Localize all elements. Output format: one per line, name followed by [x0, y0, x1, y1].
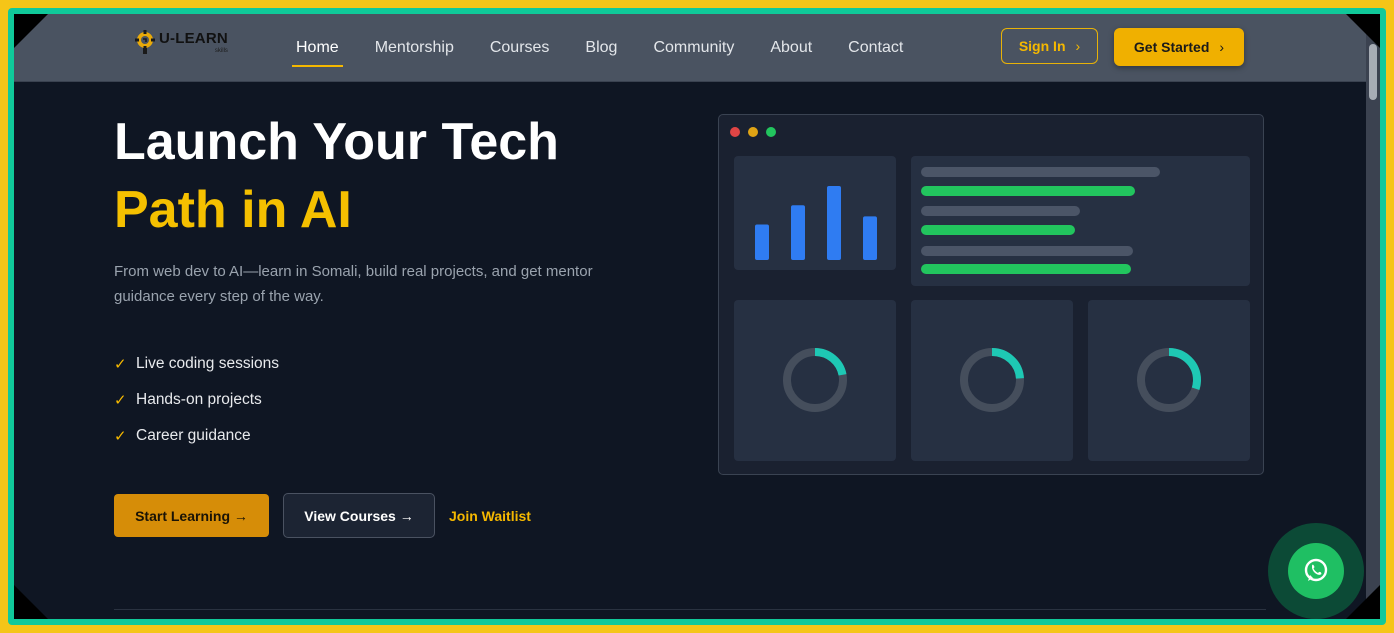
chevron-right-icon: › [1075, 38, 1081, 54]
checklist-label: Live coding sessions [136, 355, 280, 372]
close-dot-icon [730, 127, 740, 137]
checkmark-icon: ✓ [114, 428, 127, 445]
feature-checklist: ✓ Live coding sessions ✓ Hands-on projec… [114, 346, 279, 454]
mock-bar [755, 224, 769, 260]
checklist-item: ✓ Career guidance [114, 418, 279, 454]
progress-ring-graphic [1137, 348, 1201, 412]
join-waitlist-link[interactable]: Join Waitlist [449, 508, 531, 524]
bar-chart-panel [734, 156, 896, 270]
bar-chart-graphic [755, 186, 877, 260]
mock-bar [827, 186, 841, 260]
mock-bar [791, 205, 805, 260]
checkmark-icon: ✓ [114, 356, 127, 373]
progress-ring-graphic [960, 348, 1024, 412]
whatsapp-chat-button[interactable] [1268, 523, 1364, 619]
view-courses-button[interactable]: View Courses → [283, 493, 435, 538]
list-panel [911, 156, 1250, 286]
window-controls [730, 127, 784, 137]
checklist-item: ✓ Hands-on projects [114, 382, 279, 418]
scrollbar-thumb[interactable] [1369, 44, 1377, 100]
checklist-label: Hands-on projects [136, 391, 262, 408]
top-navbar: U-LEARN skills Home Mentorship Courses B… [14, 14, 1366, 82]
chevron-right-icon: › [1219, 39, 1225, 55]
ring-panel [911, 300, 1073, 461]
sign-in-label: Sign In [1018, 38, 1066, 54]
list-line-accent [921, 264, 1131, 274]
list-line-muted [921, 206, 1080, 216]
hero-title: Launch Your Tech Path in AI [114, 108, 559, 244]
hero-title-line2: Path in AI [114, 181, 352, 239]
nav-item-mentorship[interactable]: Mentorship [375, 39, 454, 57]
mock-bar [863, 216, 877, 260]
checkmark-icon: ✓ [114, 392, 127, 409]
start-learning-button[interactable]: Start Learning → [114, 494, 269, 537]
page-scrollbar[interactable] [1366, 14, 1380, 619]
nav-item-home[interactable]: Home [292, 39, 343, 67]
list-line-muted [921, 167, 1160, 177]
hero-description: From web dev to AI—learn in Somali, buil… [114, 263, 593, 305]
nav-item-about[interactable]: About [770, 39, 812, 57]
checklist-label: Career guidance [136, 427, 251, 444]
nav-item-community[interactable]: Community [653, 39, 734, 57]
hero-title-line1: Launch Your Tech [114, 113, 559, 171]
main-menu: Home Mentorship Courses Blog Community A… [292, 14, 939, 81]
checklist-item: ✓ Live coding sessions [114, 346, 279, 382]
progress-ring-graphic [783, 348, 847, 412]
logo-subtitle: skills [214, 48, 228, 54]
logo-title: U-LEARN [159, 30, 228, 47]
logo[interactable]: U-LEARN skills [134, 30, 228, 56]
hero-actions: Start Learning → View Courses → Join Wai… [114, 493, 531, 538]
maximize-dot-icon [766, 127, 776, 137]
nav-item-contact[interactable]: Contact [848, 39, 903, 57]
dashboard-mockup [718, 114, 1264, 475]
get-started-label: Get Started [1133, 39, 1210, 55]
minimize-dot-icon [748, 127, 758, 137]
sign-in-button[interactable]: Sign In › [1001, 28, 1098, 64]
list-line-accent [921, 186, 1135, 196]
section-divider [114, 609, 1266, 610]
ring-panel [734, 300, 896, 461]
list-line-muted [921, 246, 1133, 256]
logo-gear-icon [134, 30, 156, 56]
get-started-button[interactable]: Get Started › [1114, 28, 1244, 66]
ring-panel [1088, 300, 1250, 461]
nav-item-courses[interactable]: Courses [490, 39, 550, 57]
page-viewport: U-LEARN skills Home Mentorship Courses B… [14, 14, 1380, 619]
list-line-accent [921, 225, 1075, 235]
whatsapp-icon [1288, 543, 1344, 599]
nav-item-blog[interactable]: Blog [585, 39, 617, 57]
